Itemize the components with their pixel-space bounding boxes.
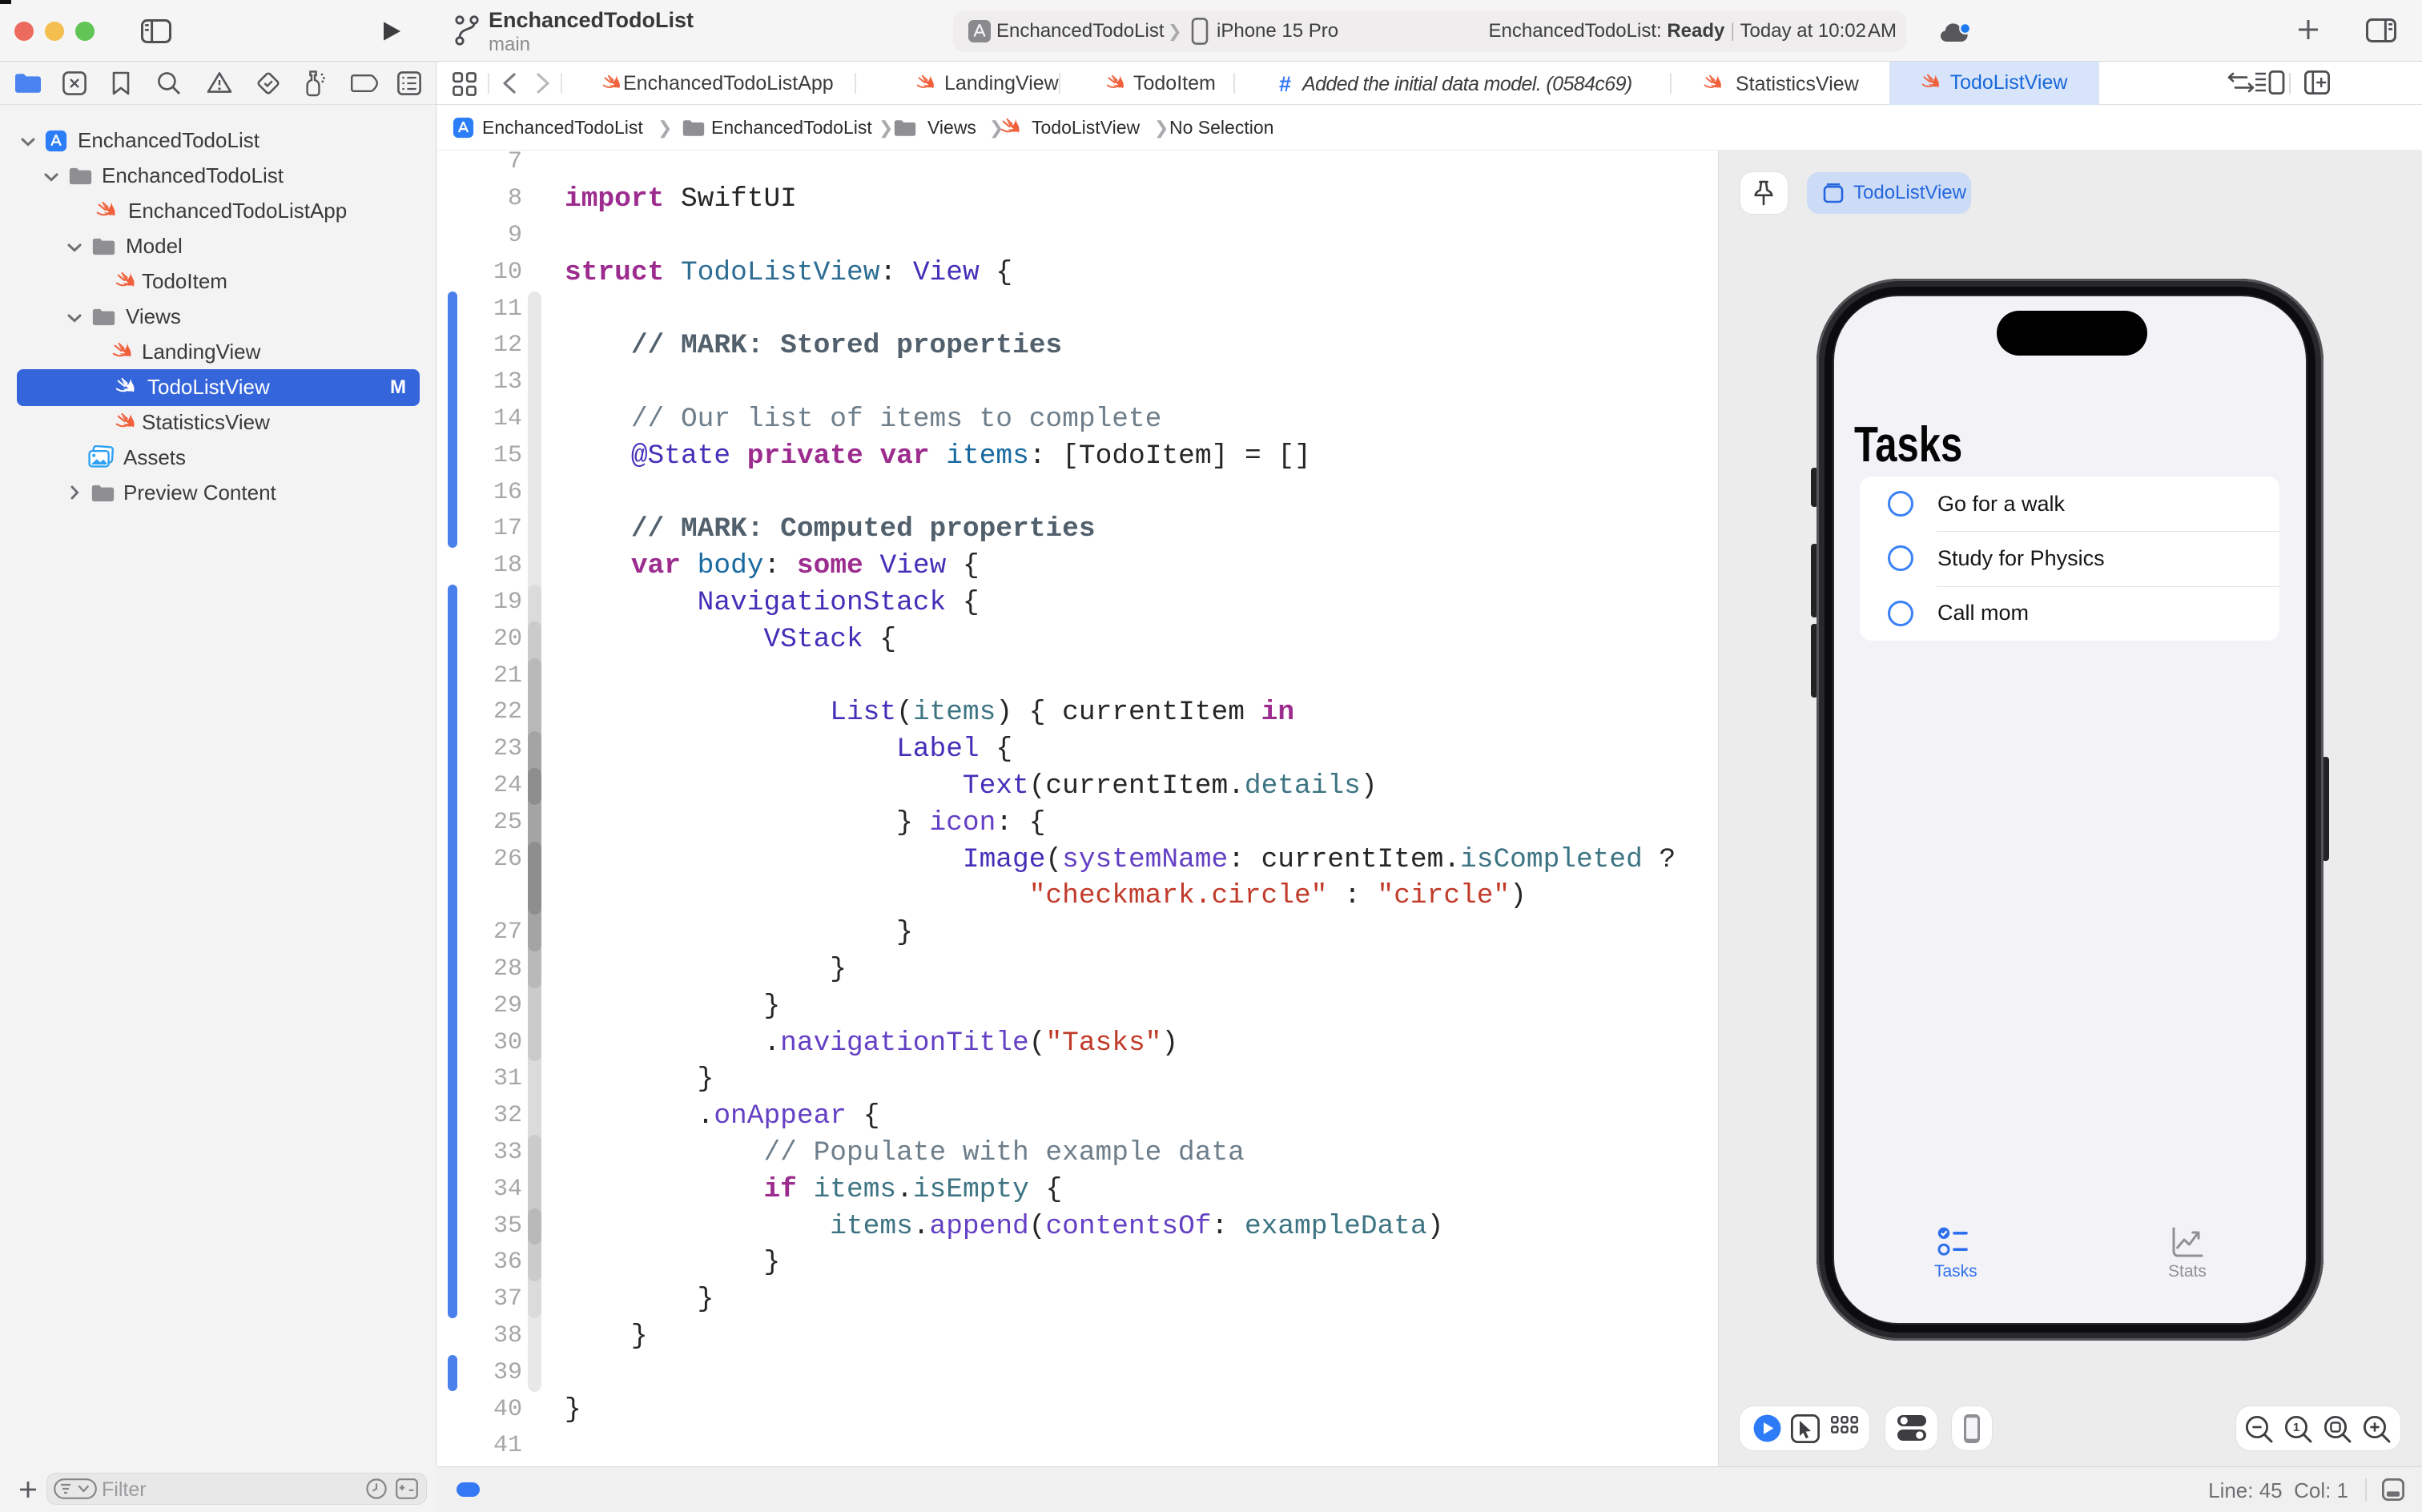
svg-text:1: 1 bbox=[2293, 1421, 2299, 1434]
